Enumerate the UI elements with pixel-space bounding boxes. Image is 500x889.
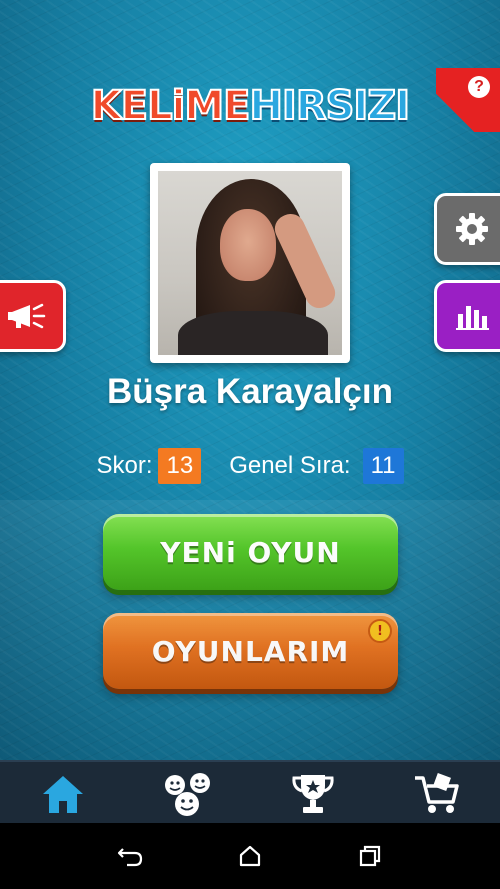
friends-icon <box>164 772 210 816</box>
rank-label: Genel Sıra: <box>229 452 351 479</box>
my-games-button[interactable]: OYUNLARIM ! <box>103 613 398 689</box>
megaphone-icon <box>8 303 46 329</box>
statistics-button[interactable] <box>434 280 500 352</box>
system-back-button[interactable] <box>110 836 150 876</box>
nav-shop[interactable] <box>375 762 500 825</box>
gear-icon <box>456 213 488 245</box>
logo-word-hirsizi: HIRSIZI <box>248 82 411 130</box>
system-home-button[interactable] <box>230 836 270 876</box>
system-recents-button[interactable] <box>350 836 390 876</box>
player-name: Büşra Karayalçın <box>107 372 393 411</box>
trophy-icon <box>291 774 334 813</box>
score-row: Skor: 13 Genel Sıra: 11 <box>0 447 500 485</box>
profile-avatar[interactable] <box>150 163 350 363</box>
app-logo: KELiME HIRSIZI <box>88 78 412 134</box>
back-icon <box>117 848 143 867</box>
nav-friends[interactable] <box>125 762 250 825</box>
android-navigation-bar <box>0 823 500 889</box>
avatar-photo <box>158 171 342 355</box>
rank-value: 11 <box>362 448 404 484</box>
settings-button[interactable] <box>434 193 500 265</box>
bar-chart-icon <box>456 306 489 330</box>
score-value: 13 <box>158 448 202 484</box>
help-icon: ? <box>468 76 490 98</box>
nav-leaderboard[interactable] <box>250 762 375 825</box>
shop-cart-icon <box>414 772 459 813</box>
alert-badge: ! <box>368 619 392 643</box>
nav-home[interactable] <box>0 762 125 825</box>
bottom-navigation <box>0 760 500 825</box>
my-games-label: OYUNLARIM <box>151 634 350 668</box>
new-game-label: YENi OYUN <box>160 535 341 569</box>
app-screen: KELiME HIRSIZI ? Büşra Karayalçın Skor: … <box>0 0 500 760</box>
home-outline-icon <box>239 845 261 867</box>
home-icon <box>42 775 83 813</box>
new-game-button[interactable]: YENi OYUN <box>103 514 398 590</box>
score-label: Skor: <box>96 452 153 479</box>
recents-icon <box>359 845 381 867</box>
announcements-button[interactable] <box>0 280 66 352</box>
logo-word-kelime: KELiME <box>90 82 252 130</box>
help-button[interactable]: ? <box>436 68 500 132</box>
